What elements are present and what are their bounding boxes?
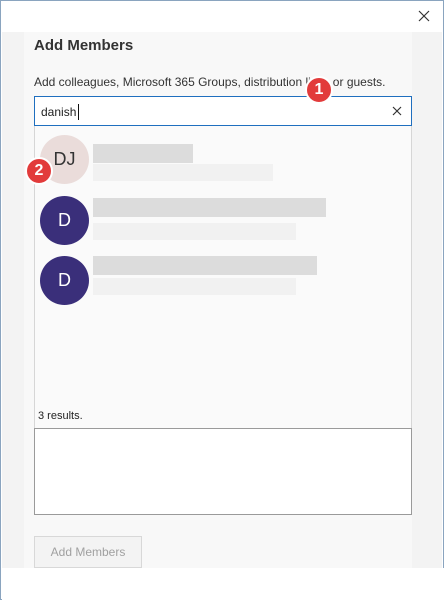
avatar: D <box>40 256 89 305</box>
close-icon <box>418 10 430 22</box>
close-button[interactable] <box>411 5 437 27</box>
search-results-list: DJ D D 3 results. <box>34 126 412 428</box>
dialog-title: Add Members <box>34 37 134 54</box>
add-members-button[interactable]: Add Members <box>34 536 142 568</box>
clear-search-button[interactable] <box>387 101 407 121</box>
redacted-email <box>93 278 296 295</box>
search-input[interactable] <box>41 103 371 121</box>
result-item[interactable]: D <box>35 256 411 312</box>
redacted-name <box>93 144 193 163</box>
result-item[interactable]: DJ <box>35 135 411 191</box>
selected-members-box[interactable] <box>34 428 412 515</box>
results-count: 3 results. <box>38 410 83 422</box>
annotation-marker-1: 1 <box>305 76 333 104</box>
avatar: D <box>40 196 89 245</box>
result-item[interactable]: D <box>35 196 411 252</box>
redacted-email <box>93 223 296 240</box>
title-bar <box>1 1 443 32</box>
redacted-name <box>93 198 326 217</box>
left-margin <box>2 32 24 568</box>
text-caret <box>78 104 79 120</box>
close-icon <box>392 106 402 116</box>
right-margin <box>411 32 442 568</box>
add-members-dialog: Add Members Add colleagues, Microsoft 36… <box>0 0 444 600</box>
redacted-email <box>93 164 273 181</box>
bottom-strip <box>2 568 444 600</box>
search-box[interactable] <box>34 96 412 126</box>
annotation-marker-2: 2 <box>25 157 53 185</box>
redacted-name <box>93 256 317 275</box>
